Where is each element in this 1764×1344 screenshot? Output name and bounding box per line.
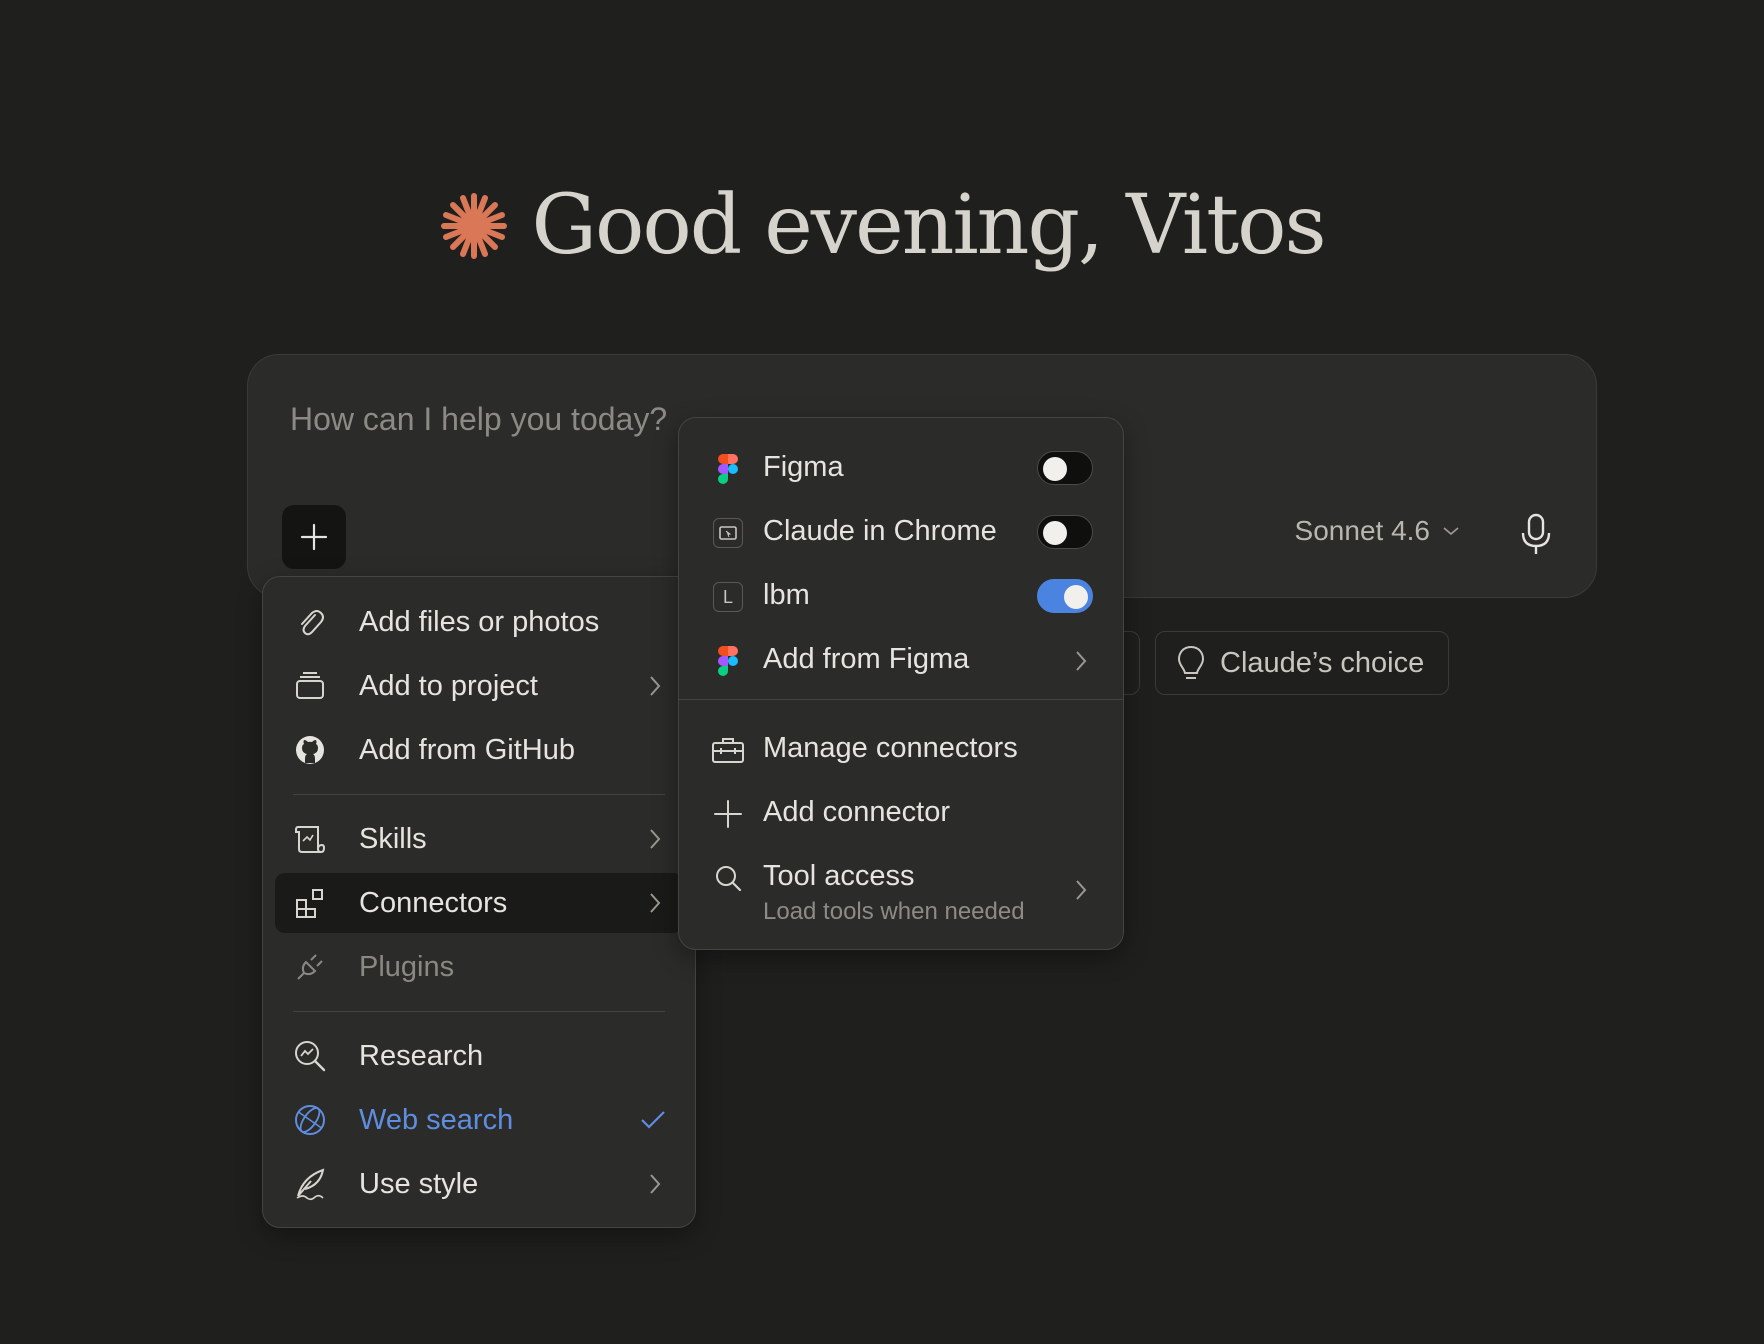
connector-item-figma[interactable]: Figma bbox=[679, 439, 1123, 499]
connector-item-lbm[interactable]: L lbm bbox=[679, 567, 1123, 627]
menu-item-label: Use style bbox=[359, 1167, 479, 1200]
chevron-right-icon bbox=[650, 829, 661, 849]
add-content-button[interactable] bbox=[282, 505, 346, 569]
action-sublabel: Load tools when needed bbox=[763, 898, 1025, 925]
claudes-choice-label: Claude’s choice bbox=[1220, 646, 1425, 679]
model-name: Sonnet 4.6 bbox=[1294, 515, 1430, 546]
chevron-right-icon bbox=[1076, 651, 1087, 671]
connector-label: lbm bbox=[763, 579, 810, 611]
letter-l-icon: L bbox=[711, 580, 745, 614]
menu-item-label: Research bbox=[359, 1039, 484, 1072]
menu-item-label: Add to project bbox=[359, 669, 538, 702]
menu-item-label: Skills bbox=[359, 822, 427, 855]
connector-item-add-from-figma[interactable]: Add from Figma bbox=[679, 631, 1123, 691]
project-icon bbox=[293, 669, 327, 703]
github-icon bbox=[293, 733, 327, 767]
toolbox-icon bbox=[711, 733, 745, 767]
menu-item-add-files[interactable]: Add files or photos bbox=[275, 592, 683, 652]
menu-divider bbox=[679, 699, 1123, 700]
connectors-submenu: Figma Claude in Chrome L lbm Add from Fi… bbox=[678, 417, 1124, 950]
connector-label: Add from Figma bbox=[763, 643, 970, 675]
search-icon bbox=[711, 861, 745, 895]
action-label: Manage connectors bbox=[763, 732, 1018, 764]
menu-divider bbox=[293, 1011, 665, 1012]
menu-item-add-from-github[interactable]: Add from GitHub bbox=[275, 720, 683, 780]
add-connector-item[interactable]: Add connector bbox=[679, 784, 1123, 844]
research-icon bbox=[293, 1039, 327, 1073]
chevron-down-icon bbox=[1443, 527, 1459, 536]
globe-icon bbox=[293, 1103, 327, 1137]
menu-divider bbox=[293, 794, 665, 795]
figma-icon bbox=[711, 644, 745, 678]
claudes-choice-chip[interactable]: Claude’s choice bbox=[1155, 631, 1449, 695]
checkmark-icon bbox=[641, 1111, 665, 1129]
menu-item-label: Web search bbox=[359, 1103, 514, 1136]
menu-item-add-to-project[interactable]: Add to project bbox=[275, 656, 683, 716]
add-content-menu: Add files or photos Add to project Add f… bbox=[262, 576, 696, 1228]
tool-access-item[interactable]: Tool access Load tools when needed bbox=[679, 848, 1123, 928]
plug-icon bbox=[293, 950, 327, 984]
chevron-right-icon bbox=[1076, 880, 1087, 900]
connector-item-claude-in-chrome[interactable]: Claude in Chrome bbox=[679, 503, 1123, 563]
chrome-window-icon bbox=[711, 516, 745, 550]
manage-connectors-item[interactable]: Manage connectors bbox=[679, 720, 1123, 780]
menu-item-label: Connectors bbox=[359, 886, 508, 919]
microphone-icon[interactable] bbox=[1518, 513, 1554, 557]
menu-item-research[interactable]: Research bbox=[275, 1026, 683, 1086]
toggle-knob bbox=[1043, 521, 1067, 545]
menu-item-skills[interactable]: Skills bbox=[275, 809, 683, 869]
lbm-toggle[interactable] bbox=[1037, 579, 1093, 613]
toggle-knob bbox=[1043, 457, 1067, 481]
plus-icon bbox=[711, 797, 745, 831]
action-label: Tool access bbox=[763, 860, 915, 892]
menu-item-label: Add files or photos bbox=[359, 605, 600, 638]
scroll-icon bbox=[293, 822, 327, 856]
plus-icon bbox=[300, 523, 328, 551]
feather-icon bbox=[293, 1167, 327, 1201]
claude-burst-icon bbox=[441, 192, 508, 259]
chevron-right-icon bbox=[650, 893, 661, 913]
connector-label: Claude in Chrome bbox=[763, 515, 997, 547]
menu-item-use-style[interactable]: Use style bbox=[275, 1154, 683, 1214]
model-selector[interactable]: Sonnet 4.6 bbox=[1295, 515, 1460, 547]
menu-item-web-search[interactable]: Web search bbox=[275, 1090, 683, 1150]
chevron-right-icon bbox=[650, 1174, 661, 1194]
menu-item-connectors[interactable]: Connectors bbox=[275, 873, 683, 933]
connectors-icon bbox=[293, 886, 327, 920]
greeting: Good evening, Vitos bbox=[0, 178, 1764, 273]
chevron-right-icon bbox=[650, 676, 661, 696]
connector-label: Figma bbox=[763, 451, 844, 483]
greeting-text: Good evening, Vitos bbox=[531, 178, 1326, 273]
prompt-input[interactable]: How can I help you today? bbox=[290, 401, 667, 438]
figma-toggle[interactable] bbox=[1037, 451, 1093, 485]
lightbulb-icon bbox=[1177, 645, 1205, 679]
toggle-knob bbox=[1064, 585, 1088, 609]
menu-item-label: Plugins bbox=[359, 950, 455, 983]
claude-in-chrome-toggle[interactable] bbox=[1037, 515, 1093, 549]
action-label: Add connector bbox=[763, 796, 951, 828]
menu-item-label: Add from GitHub bbox=[359, 733, 575, 766]
paperclip-icon bbox=[293, 605, 327, 639]
menu-item-plugins: Plugins bbox=[275, 937, 683, 997]
figma-icon bbox=[711, 452, 745, 486]
